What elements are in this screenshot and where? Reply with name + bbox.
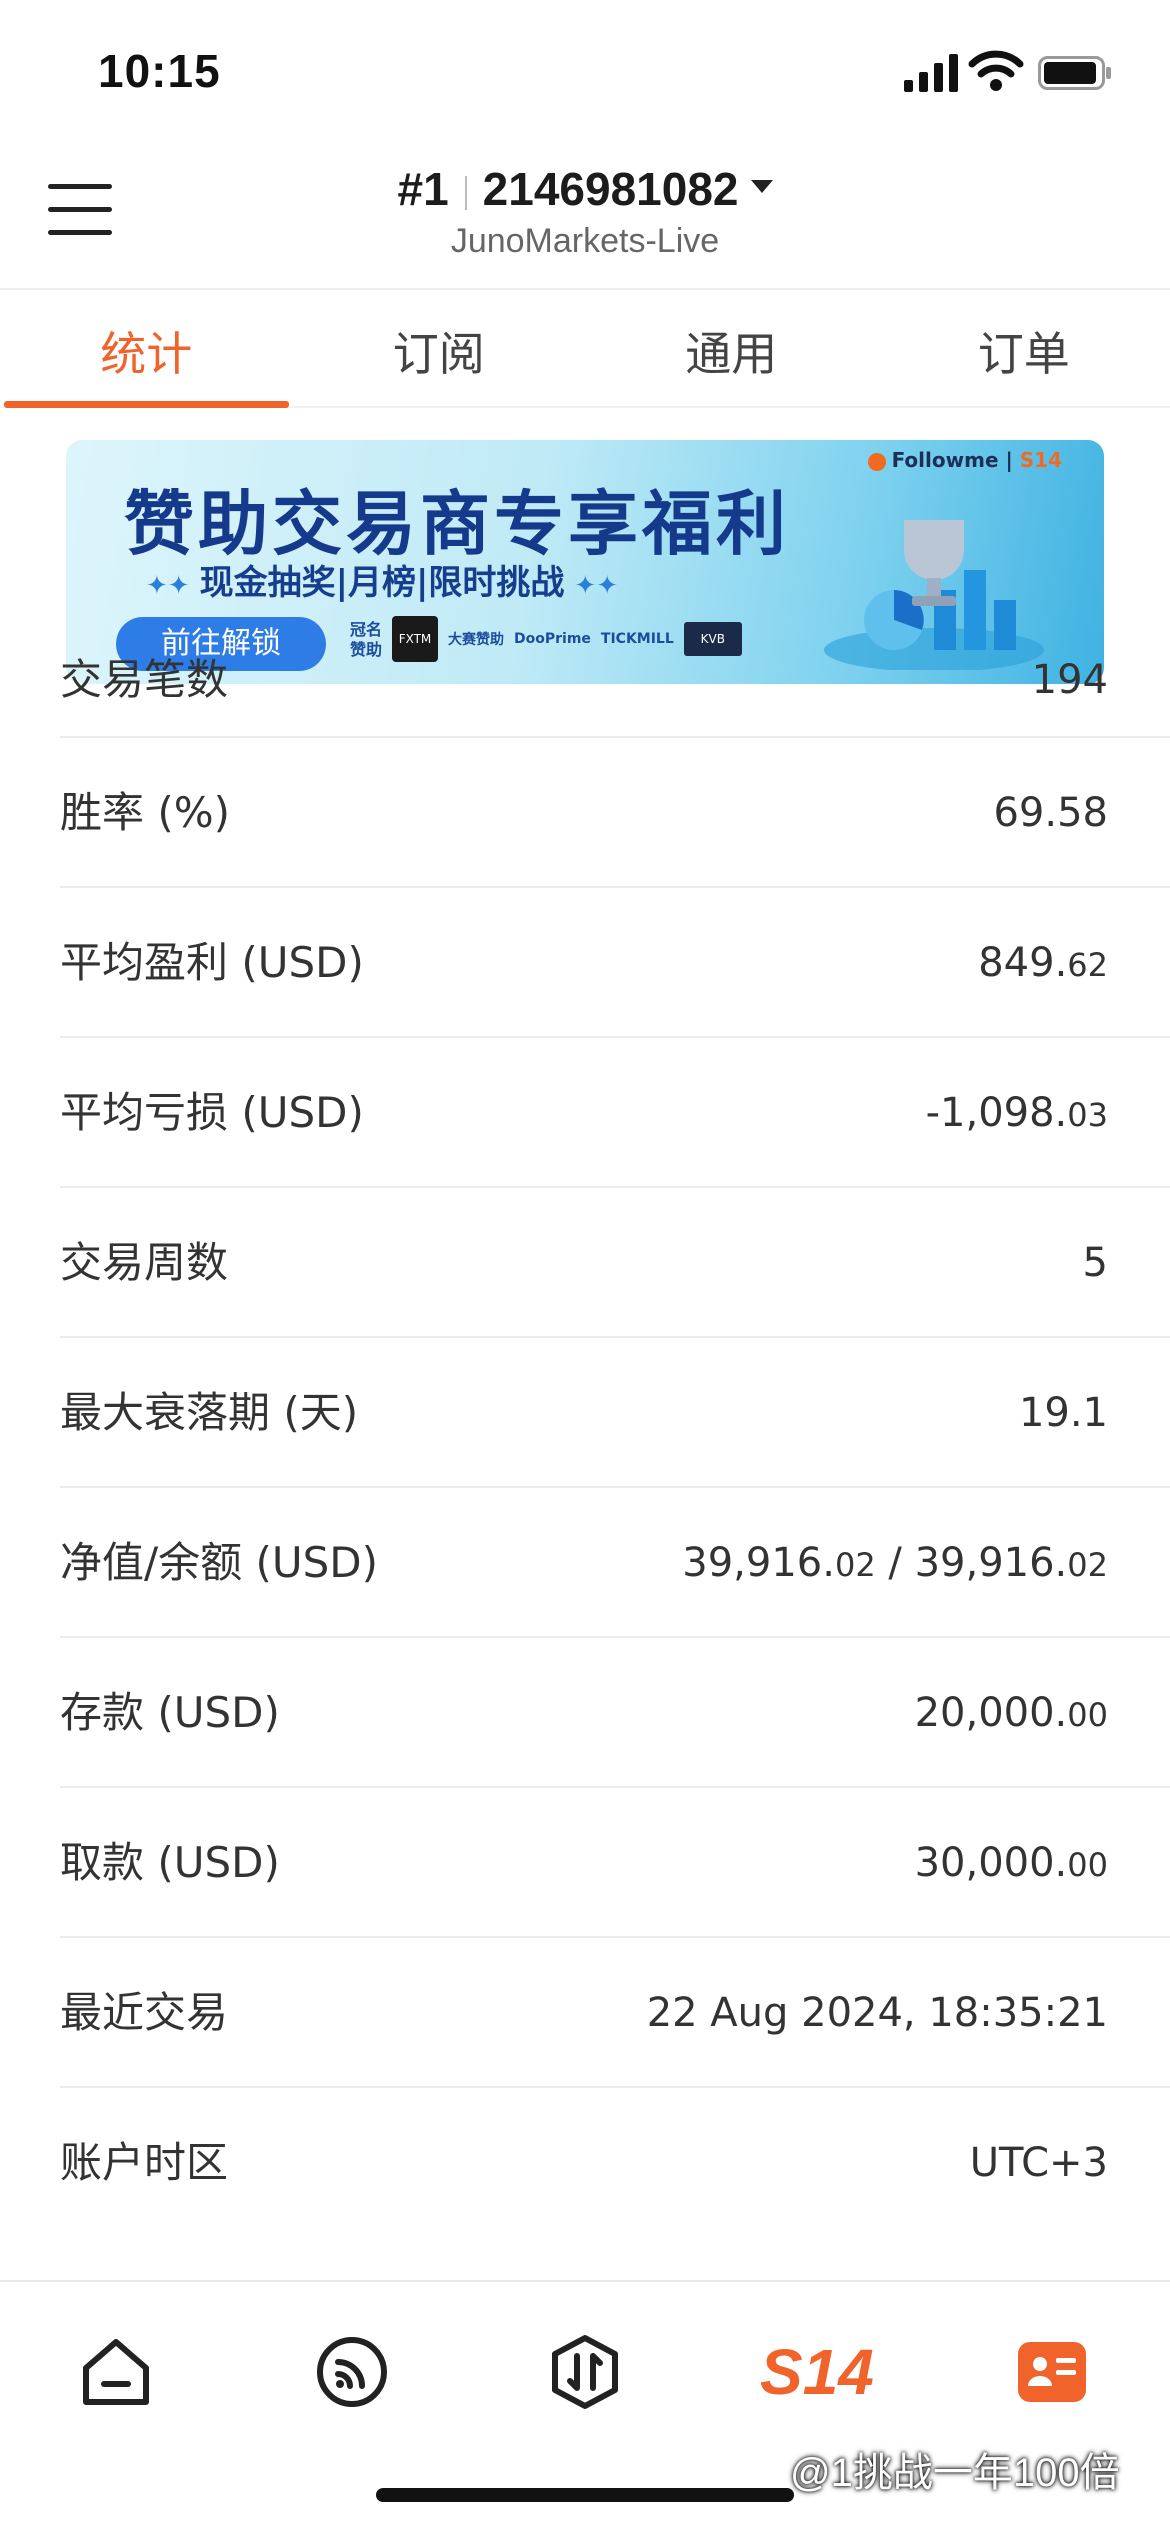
- stat-label: 平均亏损 (USD): [60, 1088, 364, 1137]
- stat-row: 交易笔数 194: [60, 630, 1170, 738]
- stat-label: 取款 (USD): [60, 1838, 280, 1887]
- stat-value: 194: [1031, 657, 1108, 703]
- followme-logo-icon: [867, 452, 886, 471]
- banner-subtitle: ✦✦ 现金抽奖|月榜|限时挑战 ✦✦: [146, 563, 618, 603]
- stat-row: 最近交易 22 Aug 2024, 18:35:21: [60, 1938, 1170, 2088]
- stat-row: 账户时区 UTC+3: [60, 2088, 1170, 2238]
- status-bar: 10:15: [0, 0, 1170, 140]
- chevron-down-icon: [750, 180, 773, 194]
- account-id: 2146981082: [482, 163, 739, 215]
- tab-orders[interactable]: 订单: [878, 292, 1170, 406]
- stat-row: 平均盈利 (USD) 849.62: [60, 888, 1170, 1038]
- stat-row: 胜率 (%) 69.58: [60, 738, 1170, 888]
- battery-icon: [1038, 56, 1111, 90]
- stat-row: 最大衰落期 (天) 19.1: [60, 1338, 1170, 1488]
- stat-value: 19.1: [1018, 1390, 1108, 1436]
- stat-value: 69.58: [993, 790, 1108, 836]
- stat-label: 交易周数: [60, 1238, 229, 1287]
- stat-row: 存款 (USD) 20,000.00: [60, 1638, 1170, 1788]
- stat-value: UTC+3: [969, 2140, 1108, 2186]
- tab-subscriptions[interactable]: 订阅: [293, 292, 586, 406]
- account-separator: [464, 175, 467, 210]
- stat-label: 最近交易: [60, 1988, 229, 2037]
- stat-label: 胜率 (%): [60, 788, 231, 837]
- wifi-icon: [968, 50, 1024, 91]
- account-selector[interactable]: #1 2146981082: [0, 162, 1170, 216]
- stat-value: 39,916.02 / 39,916.02: [682, 1540, 1108, 1586]
- tab-bar: 统计 订阅 通用 订单: [0, 292, 1170, 408]
- stat-label: 最大衰落期 (天): [60, 1388, 359, 1437]
- watermark: @1挑战一年100倍: [790, 2451, 1120, 2495]
- stat-row: 平均亏损 (USD) -1,098.03: [60, 1038, 1170, 1188]
- stat-value: -1,098.03: [925, 1090, 1108, 1136]
- cellular-signal-icon: [904, 54, 958, 92]
- server-name: JunoMarkets-Live: [450, 222, 720, 260]
- stat-row: 净值/余额 (USD) 39,916.02 / 39,916.02: [60, 1488, 1170, 1638]
- s14-icon[interactable]: S14: [760, 2332, 874, 2412]
- home-icon[interactable]: [76, 2332, 156, 2412]
- stat-label: 存款 (USD): [60, 1688, 280, 1737]
- stat-row: 交易周数 5: [60, 1188, 1170, 1338]
- trade-icon[interactable]: [545, 2332, 625, 2412]
- stat-value: 5: [1082, 1240, 1108, 1286]
- stat-label: 平均盈利 (USD): [60, 938, 364, 987]
- stat-label: 净值/余额 (USD): [60, 1538, 379, 1587]
- stat-value: 849.62: [978, 940, 1108, 986]
- tab-general[interactable]: 通用: [585, 292, 878, 406]
- status-time: 10:15: [98, 45, 221, 97]
- banner-title: 赞助交易商专享福利: [124, 483, 790, 565]
- home-indicator[interactable]: [376, 2488, 794, 2502]
- stat-label: 账户时区: [60, 2138, 229, 2187]
- stat-row: 取款 (USD) 30,000.00: [60, 1788, 1170, 1938]
- profile-icon[interactable]: [1012, 2332, 1092, 2412]
- feed-icon[interactable]: [312, 2332, 392, 2412]
- stat-label: 交易笔数: [60, 655, 229, 704]
- stat-value: 22 Aug 2024, 18:35:21: [646, 1990, 1108, 2036]
- tab-statistics[interactable]: 统计: [0, 292, 293, 408]
- stat-value: 30,000.00: [914, 1840, 1108, 1886]
- banner-brand: Followme | S14: [867, 448, 1062, 472]
- account-number: #1: [397, 163, 449, 215]
- stat-value: 20,000.00: [914, 1690, 1108, 1736]
